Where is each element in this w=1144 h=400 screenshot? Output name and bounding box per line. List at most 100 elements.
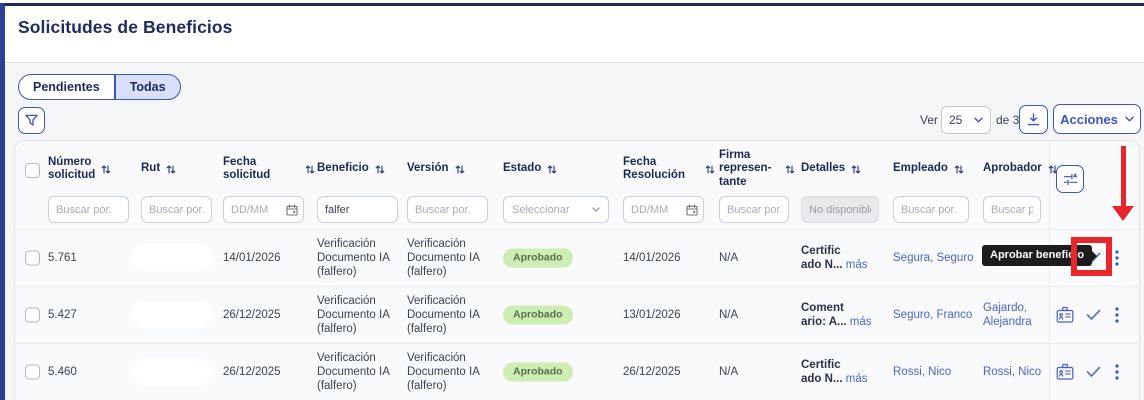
fecha-resolucion-filter [623, 196, 704, 223]
empleado-filter-input[interactable] [893, 196, 969, 223]
chevron-down-icon [1125, 116, 1134, 122]
fecha-resolucion-filter-input[interactable] [623, 196, 704, 223]
row-checkbox[interactable] [25, 364, 40, 379]
firma-cell: N/A [719, 308, 738, 322]
sort-icon[interactable] [166, 164, 176, 175]
aprobador-link[interactable]: Rossi, Nico [983, 365, 1049, 379]
empleado-link[interactable]: Rossi, Nico [893, 365, 951, 379]
status-badge: Aprobado [503, 248, 573, 267]
sort-icon[interactable] [954, 164, 964, 175]
estado-filter-placeholder: Seleccionar [512, 204, 569, 216]
select-all-checkbox[interactable] [25, 163, 40, 178]
sort-icon[interactable] [375, 164, 385, 175]
annotation-highlight-box [1071, 237, 1112, 276]
fecha-resolucion-cell: 14/01/2026 [623, 251, 681, 265]
version-cell: Verificación Documento IA (falfero) [407, 237, 491, 279]
download-button[interactable] [1019, 105, 1048, 134]
title-divider [5, 62, 1144, 63]
numero-cell: 5.427 [48, 308, 77, 322]
empleado-link[interactable]: Segura, Seguro [893, 251, 974, 265]
sort-icon[interactable] [455, 164, 465, 175]
tab-todas[interactable]: Todas [115, 74, 181, 100]
panel-top-border [0, 3, 1144, 6]
column-header-estado[interactable]: Estado [503, 146, 557, 192]
aprobador-link[interactable]: Gajardo, Alejandra [983, 301, 1049, 329]
chevron-down-icon [592, 207, 600, 212]
detalles-cell: Coment ario: A... más [801, 301, 885, 329]
sort-icon[interactable] [101, 164, 111, 175]
total-pages-label: de 3 [996, 113, 1019, 127]
sort-icon[interactable] [851, 164, 861, 175]
firma-cell: N/A [719, 365, 738, 379]
table-row: 5.427 26/12/2025 Verificación Documento … [15, 286, 1139, 343]
column-settings-icon [1063, 172, 1078, 187]
id-badge-icon[interactable] [1056, 363, 1074, 380]
redacted-rut [132, 301, 212, 328]
column-settings-button[interactable] [1056, 165, 1084, 193]
beneficio-filter-input[interactable] [317, 196, 398, 223]
fecha-resolucion-cell: 26/12/2025 [623, 365, 681, 379]
status-badge: Aprobado [503, 362, 573, 381]
sort-icon[interactable] [705, 164, 715, 175]
fecha-resolucion-cell: 13/01/2026 [623, 308, 681, 322]
page-size-label: Ver [920, 113, 938, 127]
detalles-filter-input [801, 196, 879, 223]
column-header-beneficio[interactable]: Beneficio [317, 146, 385, 192]
fecha-solicitud-cell: 14/01/2026 [223, 251, 281, 265]
chevron-down-icon [974, 117, 983, 123]
mas-link[interactable]: más [846, 373, 868, 385]
column-header-numero-solicitud[interactable]: Númerosolicitud [48, 146, 111, 192]
column-header-aprobador[interactable]: Aprobador [983, 146, 1058, 192]
page-size-value: 25 [949, 113, 962, 127]
column-header-fecha-resolucion[interactable]: FechaResolución [623, 146, 715, 192]
page-title: Solicitudes de Beneficios [18, 17, 233, 38]
column-header-firma-representante[interactable]: Firmarepresen-tante [719, 146, 795, 192]
row-checkbox[interactable] [25, 250, 40, 265]
table-row: 5.460 26/12/2025 Verificación Documento … [15, 343, 1139, 400]
column-header-rut[interactable]: Rut [141, 146, 176, 192]
mas-link[interactable]: más [846, 259, 868, 271]
column-header-detalles[interactable]: Detalles [801, 146, 861, 192]
fecha-solicitud-cell: 26/12/2025 [223, 308, 281, 322]
row-checkbox[interactable] [25, 307, 40, 322]
table-row: 5.761 14/01/2026 Verificación Documento … [15, 229, 1139, 286]
redacted-rut [132, 358, 212, 385]
acciones-button[interactable]: Acciones [1053, 104, 1141, 134]
numero-filter-input[interactable] [48, 196, 129, 223]
annotation-arrow-line [1121, 146, 1126, 207]
kebab-menu-icon[interactable] [1115, 250, 1119, 266]
download-icon [1027, 113, 1040, 126]
mas-link[interactable]: más [850, 316, 872, 328]
sort-icon[interactable] [305, 164, 315, 175]
filter-button[interactable] [18, 107, 45, 134]
page-size-select[interactable]: 25 [941, 106, 991, 134]
version-filter-input[interactable] [407, 196, 488, 223]
rut-filter-input[interactable] [141, 196, 212, 223]
fecha-solicitud-filter-input[interactable] [223, 196, 304, 223]
beneficio-cell: Verificación Documento IA (falfero) [317, 294, 401, 336]
numero-cell: 5.460 [48, 365, 77, 379]
fecha-solicitud-filter [223, 196, 304, 223]
acciones-button-label: Acciones [1060, 112, 1118, 127]
sort-icon[interactable] [547, 164, 557, 175]
kebab-menu-icon[interactable] [1115, 307, 1119, 323]
aprobador-filter-input[interactable] [983, 196, 1041, 223]
estado-filter-select[interactable]: Seleccionar [503, 196, 609, 223]
firma-filter-input[interactable] [719, 196, 789, 223]
version-cell: Verificación Documento IA (falfero) [407, 294, 491, 336]
status-badge: Aprobado [503, 305, 573, 324]
sort-icon[interactable] [785, 164, 795, 175]
benefits-requests-page: Solicitudes de Beneficios Pendientes Tod… [0, 0, 1144, 400]
column-header-empleado[interactable]: Empleado [893, 146, 964, 192]
tab-group: Pendientes Todas [18, 74, 181, 100]
approve-check-icon[interactable] [1086, 309, 1101, 321]
approve-check-icon[interactable] [1086, 366, 1101, 378]
kebab-menu-icon[interactable] [1115, 364, 1119, 380]
column-header-version[interactable]: Versión [407, 146, 465, 192]
empleado-link[interactable]: Seguro, Franco [893, 308, 972, 322]
funnel-icon [25, 114, 38, 127]
id-badge-icon[interactable] [1056, 306, 1074, 323]
column-header-fecha-solicitud[interactable]: Fechasolicitud [223, 146, 315, 192]
tab-pendientes[interactable]: Pendientes [18, 74, 115, 100]
firma-cell: N/A [719, 251, 738, 265]
